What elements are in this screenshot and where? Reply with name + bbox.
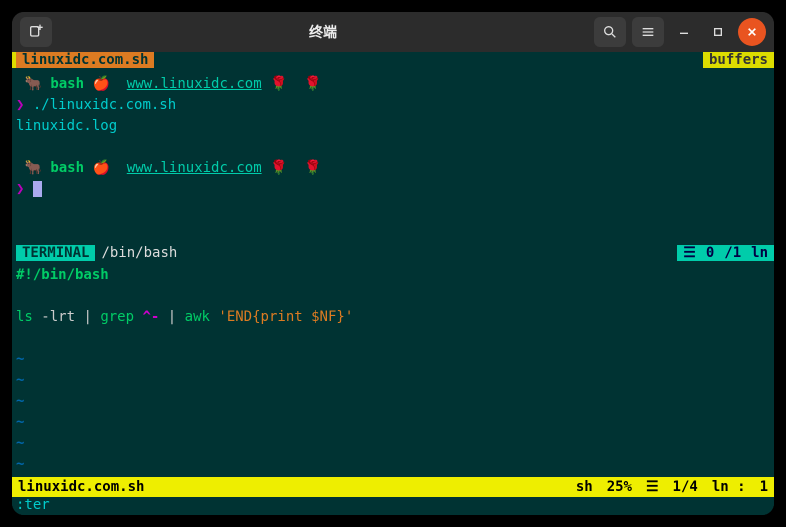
prompt-symbol: ❯ xyxy=(16,97,24,113)
menu-button[interactable] xyxy=(632,17,664,47)
titlebar: 终端 xyxy=(12,12,774,52)
rose-icon-2: 🌹 xyxy=(304,160,321,176)
pipe-1: | xyxy=(83,309,91,325)
rose-icon: 🌹 xyxy=(270,76,287,92)
ln-label: ln xyxy=(751,245,768,261)
pane-statusbar: TERMINAL /bin/bash ☰ 0 /1 ln xyxy=(12,243,774,263)
editor-statusbar: linuxidc.com.sh sh 25% ☰ 1/4 ln : 1 xyxy=(12,477,774,497)
bash-label: bash xyxy=(50,160,84,176)
vim-tilde: ~ xyxy=(16,370,770,391)
search-button[interactable] xyxy=(594,17,626,47)
script-line: ls -lrt | grep ^- | awk 'END{print $NF}' xyxy=(16,307,770,328)
tabline-spacer xyxy=(154,52,703,68)
terminal-pane[interactable]: 🐂 bash 🍎 www.linuxidc.com 🌹 🌹 ❯ ./linuxi… xyxy=(12,68,774,243)
awk-string: 'END{print $NF}' xyxy=(218,309,353,325)
maximize-button[interactable] xyxy=(704,18,732,46)
blank-code-line xyxy=(16,286,770,307)
grep-keyword: grep xyxy=(100,309,134,325)
vim-tilde: ~ xyxy=(16,454,770,475)
vim-tilde: ~ xyxy=(16,349,770,370)
ln-label: ln : xyxy=(712,479,746,495)
blank-code-line-2 xyxy=(16,328,770,349)
shell-path: /bin/bash xyxy=(95,245,183,261)
ls-flags: -lrt xyxy=(41,309,75,325)
awk-keyword: awk xyxy=(185,309,210,325)
close-button[interactable] xyxy=(738,18,766,46)
midbar-right: ☰ 0 /1 ln xyxy=(677,245,774,261)
shebang-line: #!/bin/bash xyxy=(16,265,770,286)
statusbar-filename: linuxidc.com.sh xyxy=(18,479,576,495)
apple-icon: 🍎 xyxy=(92,76,109,92)
cursor-icon xyxy=(33,181,42,197)
ls-keyword: ls xyxy=(16,309,33,325)
url-link[interactable]: www.linuxidc.com xyxy=(127,76,262,92)
cow-icon: 🐂 xyxy=(24,160,41,176)
hamburger-icon: ☰ xyxy=(646,479,659,495)
bash-label: bash xyxy=(50,76,84,92)
minimize-button[interactable] xyxy=(670,18,698,46)
vim-tilde: ~ xyxy=(16,433,770,454)
terminal-window: 终端 xyxy=(12,12,774,515)
blank-line xyxy=(16,137,770,158)
output-line: linuxidc.log xyxy=(16,116,770,137)
editor-pane[interactable]: #!/bin/bash ls -lrt | grep ^- | awk 'END… xyxy=(12,263,774,477)
apple-icon: 🍎 xyxy=(92,160,109,176)
prompt-symbol: ❯ xyxy=(16,181,24,197)
rose-icon-2: 🌹 xyxy=(304,76,321,92)
hamburger-icon: ☰ xyxy=(683,245,696,261)
active-tab[interactable]: linuxidc.com.sh xyxy=(16,52,154,68)
window-title: 终端 xyxy=(58,22,588,42)
command-text: ./linuxidc.com.sh xyxy=(33,97,176,113)
prompt-line-1: 🐂 bash 🍎 www.linuxidc.com 🌹 🌹 xyxy=(16,74,770,95)
vim-tilde: ~ xyxy=(16,412,770,433)
grep-regex: ^- xyxy=(142,309,159,325)
rose-icon: 🌹 xyxy=(270,160,287,176)
prompt-line-2: 🐂 bash 🍎 www.linuxidc.com 🌹 🌹 xyxy=(16,158,770,179)
command-line-1: ❯ ./linuxidc.com.sh xyxy=(16,95,770,116)
new-tab-button[interactable] xyxy=(20,17,52,47)
url-link[interactable]: www.linuxidc.com xyxy=(127,160,262,176)
pipe-2: | xyxy=(168,309,176,325)
command-line-2: ❯ xyxy=(16,179,770,200)
pos-total: /1 xyxy=(724,245,741,261)
vim-tilde: ~ xyxy=(16,391,770,412)
vim-commandline[interactable]: :ter xyxy=(12,497,774,515)
pos-num: 0 xyxy=(706,245,714,261)
vim-tabline: linuxidc.com.sh buffers xyxy=(12,52,774,68)
buffers-label[interactable]: buffers xyxy=(703,52,774,68)
filetype-label: sh xyxy=(576,479,593,495)
terminal-body[interactable]: linuxidc.com.sh buffers 🐂 bash 🍎 www.lin… xyxy=(12,52,774,515)
line-pos: 1/4 xyxy=(673,479,698,495)
percent-label: 25% xyxy=(607,479,632,495)
cow-icon: 🐂 xyxy=(24,76,41,92)
mode-badge: TERMINAL xyxy=(16,245,95,261)
col-num: 1 xyxy=(760,479,768,495)
